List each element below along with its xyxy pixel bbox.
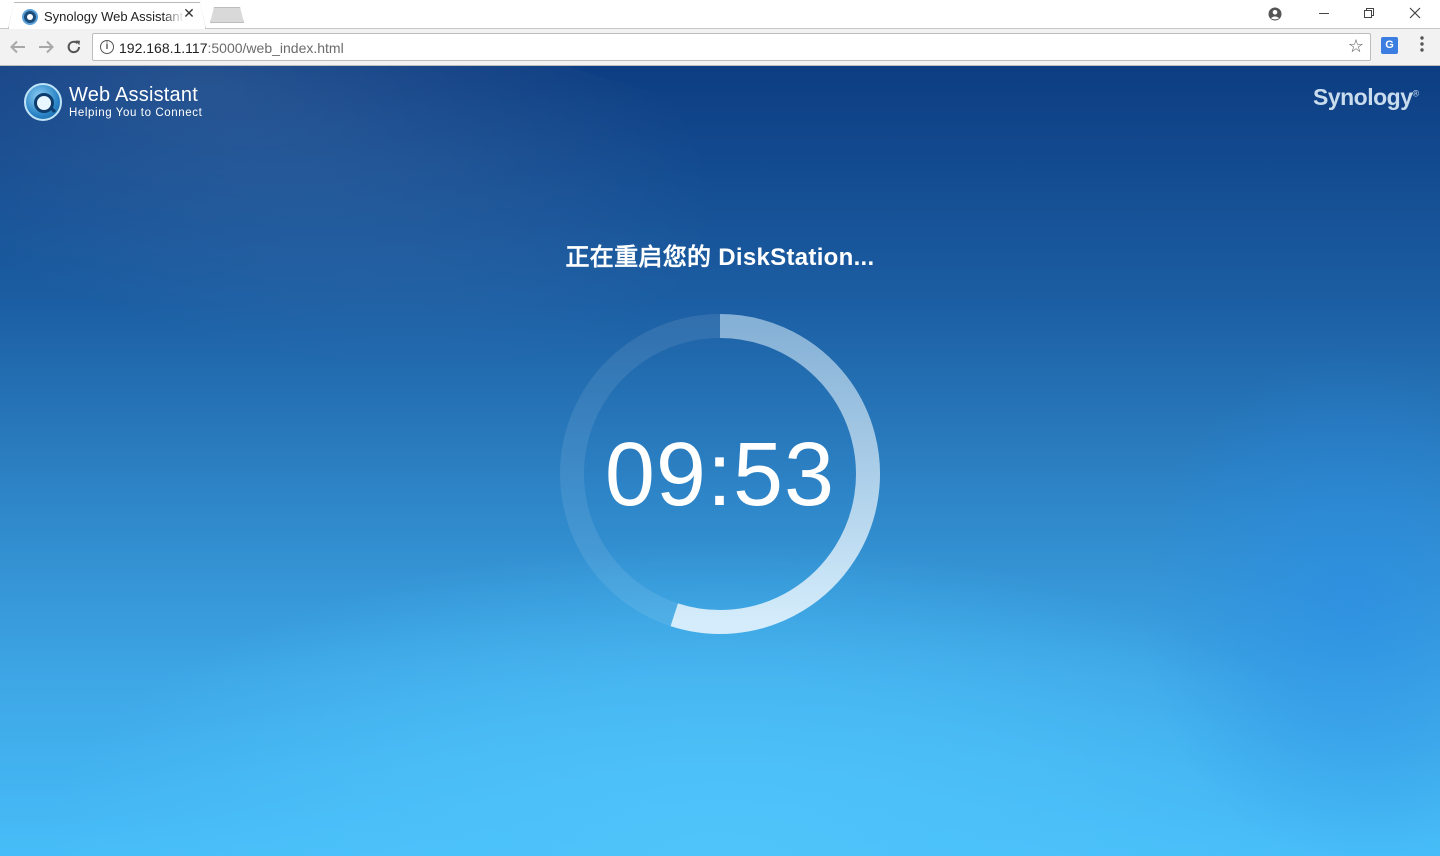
synology-logo: Synology®: [1313, 84, 1419, 110]
synology-logo-text: Synology: [1313, 84, 1413, 110]
window-close-icon[interactable]: [1405, 4, 1425, 24]
app-title: Web Assistant: [69, 83, 198, 106]
web-assistant-brand: Web Assistant Helping You to Connect: [24, 82, 202, 122]
account-icon[interactable]: [1265, 4, 1285, 24]
app-subtitle: Helping You to Connect: [69, 106, 203, 119]
new-tab-button[interactable]: [210, 7, 244, 23]
browser-toolbar: i 192.168.1.117:5000/web_index.html ☆ G: [0, 29, 1440, 66]
tab-active[interactable]: Synology Web Assistant: [8, 2, 206, 30]
synology-favicon-icon: [22, 8, 38, 25]
web-assistant-logo-icon: [24, 83, 62, 121]
arrow-right-icon: [39, 40, 54, 54]
reload-icon: [67, 40, 80, 54]
restore-icon[interactable]: [1359, 4, 1379, 24]
background-glow: [1140, 346, 1440, 856]
browser-tabstrip: Synology Web Assistant ✕: [0, 0, 1440, 30]
url-path: :5000/web_index.html: [207, 40, 344, 56]
url-text[interactable]: 192.168.1.117:5000/web_index.html: [119, 40, 344, 56]
more-vert-icon[interactable]: [1414, 36, 1430, 58]
forward-button[interactable]: [36, 37, 56, 57]
site-info-icon[interactable]: i: [100, 40, 114, 54]
tab-close-icon[interactable]: ✕: [182, 6, 196, 20]
back-button[interactable]: [8, 37, 28, 57]
url-host: 192.168.1.117: [119, 40, 208, 56]
translate-icon[interactable]: G: [1381, 37, 1398, 54]
address-bar[interactable]: i 192.168.1.117:5000/web_index.html ☆: [92, 33, 1371, 61]
web-assistant-page: Web Assistant Helping You to Connect Syn…: [0, 66, 1440, 856]
tab-title: Synology Web Assistant: [44, 9, 184, 24]
countdown-timer: 09:53: [555, 309, 885, 639]
reload-button[interactable]: [64, 37, 84, 57]
minimize-icon[interactable]: [1314, 4, 1334, 24]
restart-status-title: 正在重启您的 DiskStation...: [565, 244, 875, 271]
arrow-left-icon: [10, 40, 25, 54]
countdown-value: 09:53: [604, 425, 836, 525]
bookmark-star-icon[interactable]: ☆: [1348, 36, 1364, 57]
